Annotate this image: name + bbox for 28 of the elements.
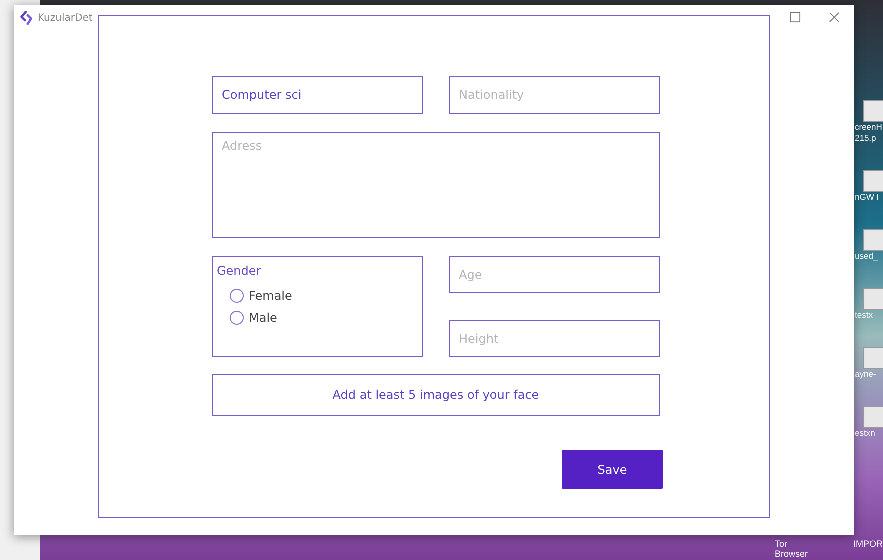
file-icon[interactable]: [863, 288, 883, 310]
add-images-button[interactable]: Add at least 5 images of your face: [212, 374, 660, 416]
file-icon[interactable]: [863, 170, 883, 192]
radio-option[interactable]: Female: [230, 285, 292, 307]
desktop-icon-label[interactable]: Tor Browser: [775, 539, 820, 559]
gender-label: Gender: [217, 264, 262, 278]
desktop-icon-label[interactable]: IMPOR: [853, 539, 883, 559]
desktop-icon-label[interactable]: used_: [855, 251, 878, 262]
file-icon[interactable]: [863, 347, 883, 369]
height-field[interactable]: Height: [449, 320, 660, 357]
file-icon[interactable]: [863, 229, 883, 251]
save-button[interactable]: Save: [562, 450, 663, 489]
desktop-icon-label[interactable]: creenH: [855, 122, 882, 133]
logo-icon: [20, 11, 34, 25]
radio-icon[interactable]: [230, 289, 244, 303]
desktop-icon-label[interactable]: nGW I: [855, 192, 880, 203]
radio-option[interactable]: Male: [230, 307, 278, 329]
address-field[interactable]: Adress: [212, 132, 660, 238]
file-icon[interactable]: [863, 406, 883, 428]
input-field[interactable]: Computer sci: [212, 76, 423, 114]
close-icon[interactable]: [829, 12, 840, 23]
desktop-icon-label[interactable]: 215.p: [855, 133, 876, 144]
radio-icon[interactable]: [230, 311, 244, 325]
window-title: KuzularDet: [38, 12, 93, 24]
age-field[interactable]: Age: [449, 256, 660, 293]
maximize-icon[interactable]: [790, 12, 801, 23]
nationality-field[interactable]: Nationality: [449, 76, 660, 114]
file-icon[interactable]: [863, 100, 883, 122]
